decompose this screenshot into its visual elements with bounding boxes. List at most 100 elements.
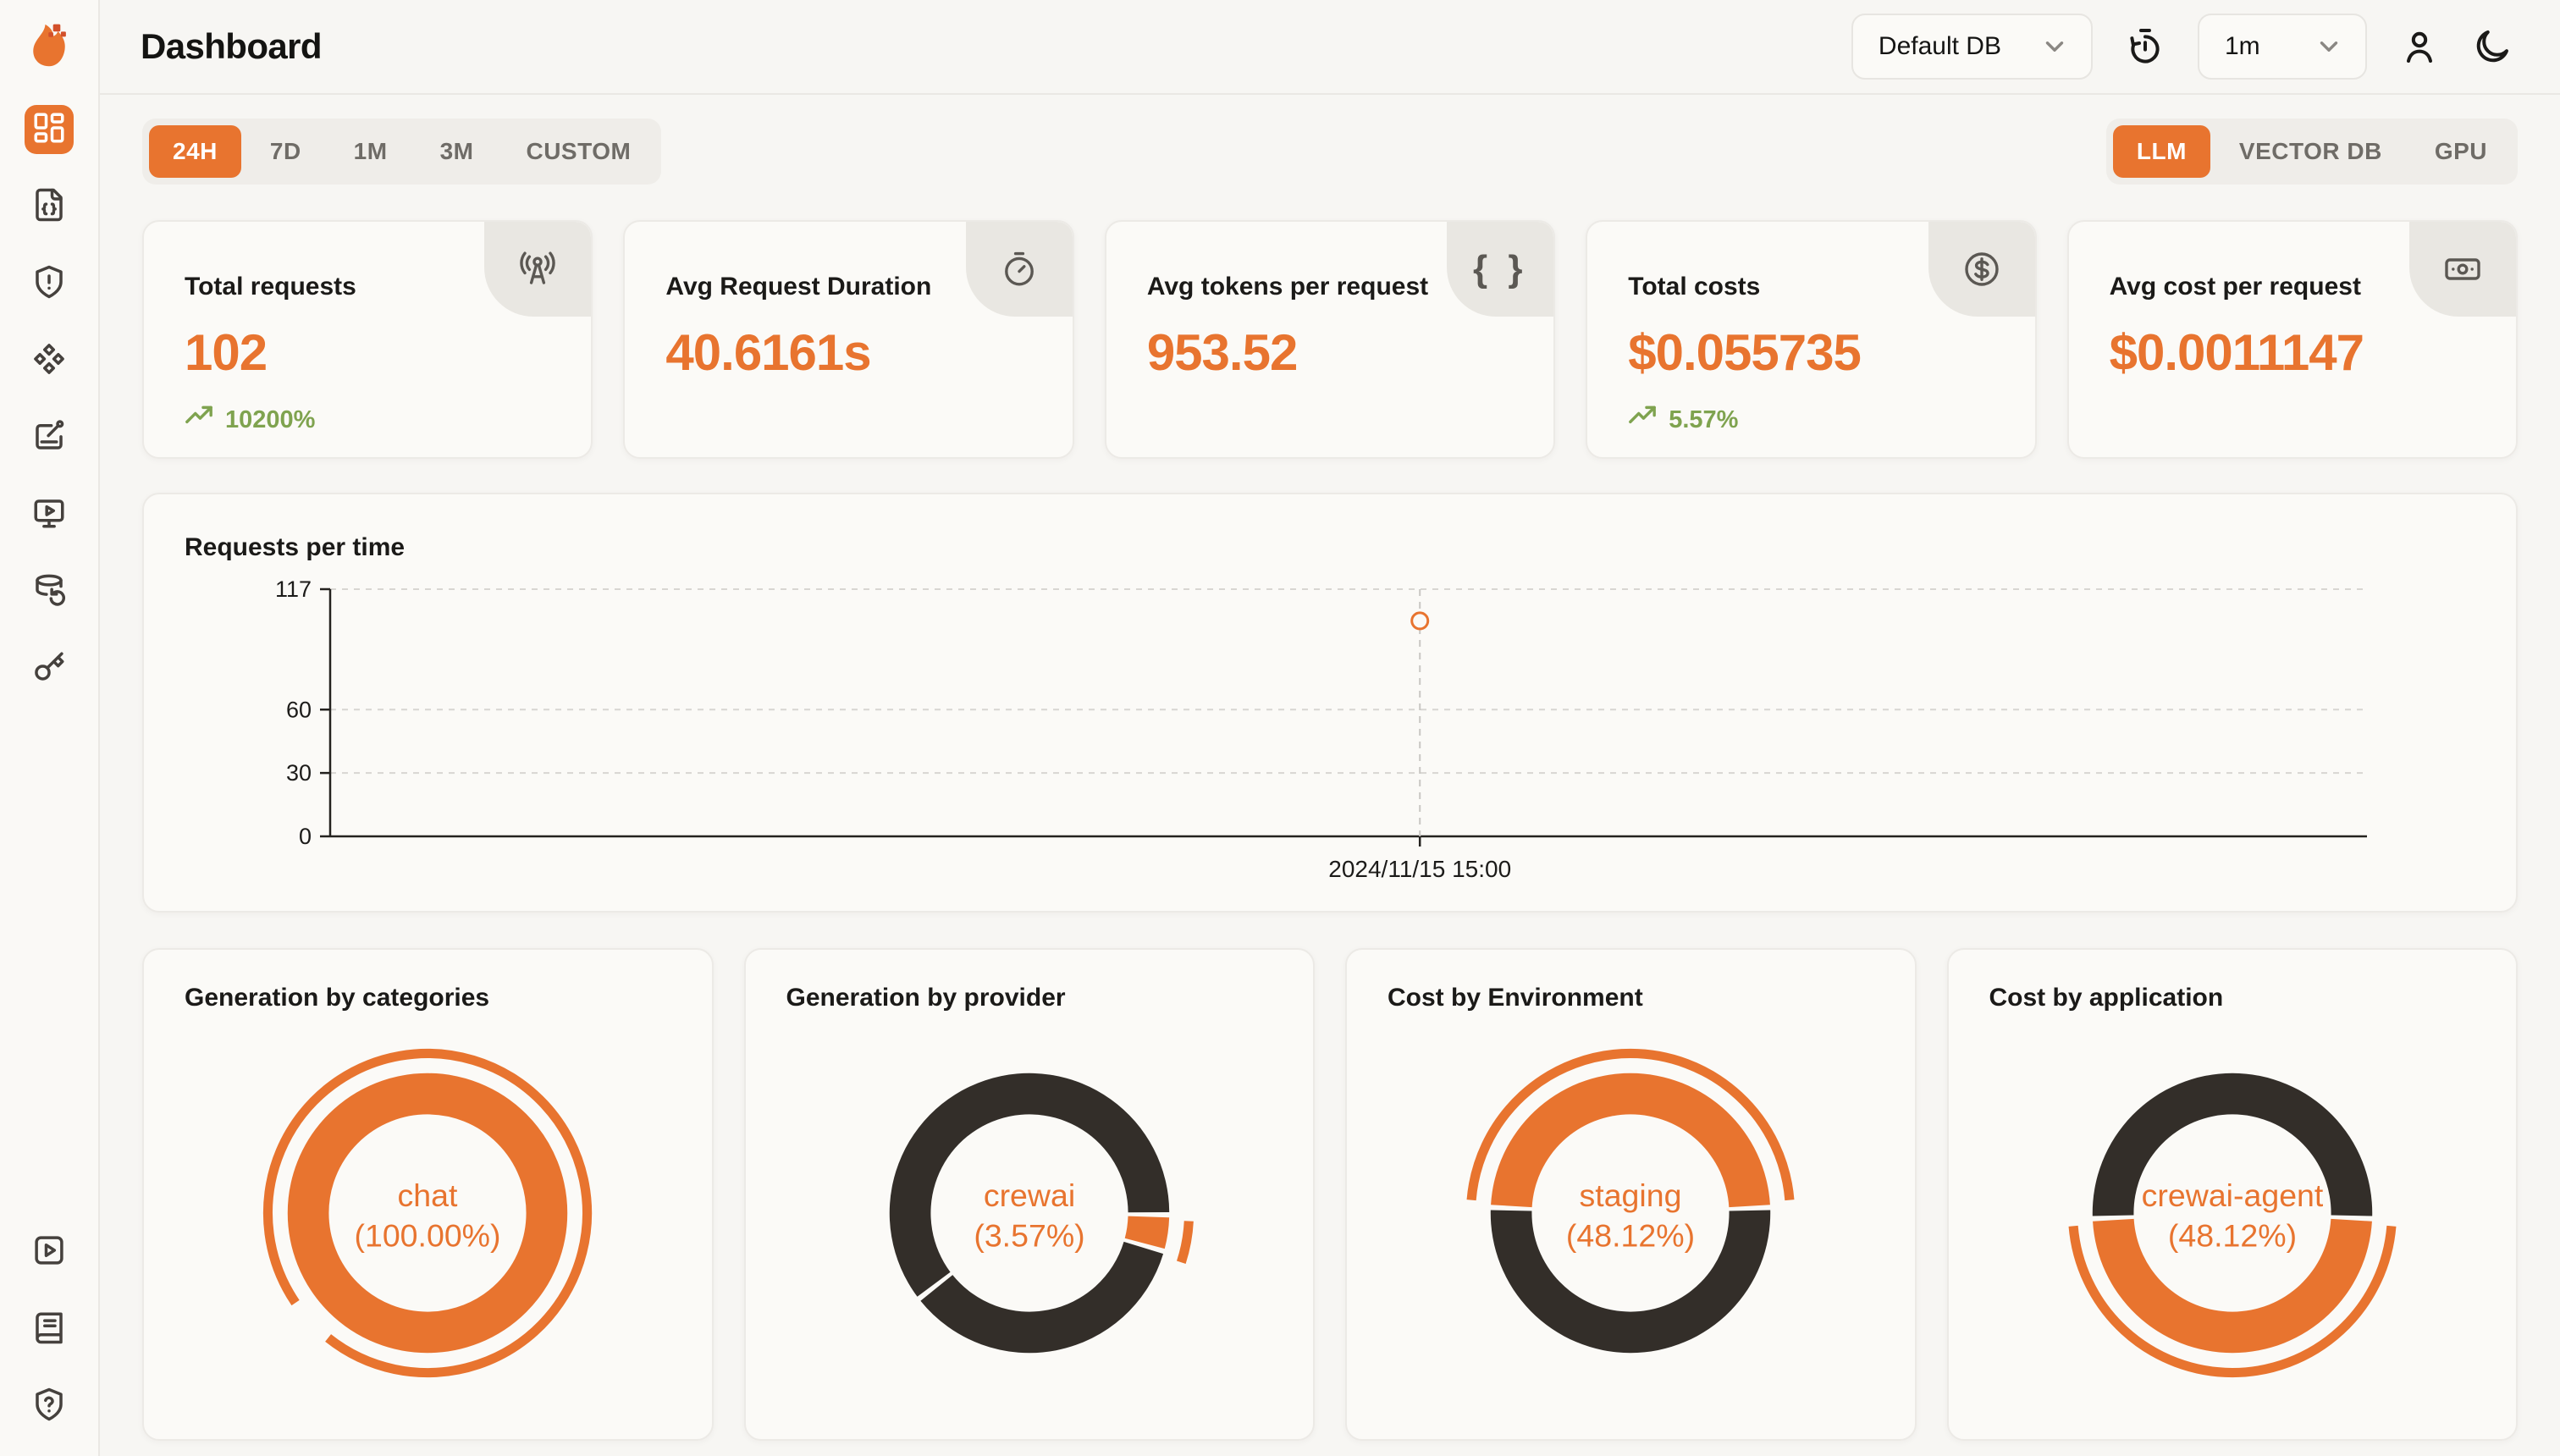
circle-dollar-icon [1928, 222, 2035, 317]
sidebar-item-prompts[interactable] [25, 336, 74, 385]
chart-title: Requests per time [185, 533, 2475, 562]
donut-center-label: crewai-agent [2141, 1177, 2323, 1213]
stat-cards-row: Total requests 102 10200% Avg Request Du… [142, 220, 2518, 459]
line-chart-area: 117 60 30 0 2024/11/15 15:00 [185, 571, 2475, 907]
database-restore-icon [31, 572, 67, 612]
generation-by-provider-card: Generation by provider crewai (3.57%) [744, 948, 1316, 1441]
source-tabs: LLM VECTOR DB GPU [2106, 119, 2518, 185]
stat-card-avg-cost: Avg cost per request $0.0011147 [2067, 220, 2518, 459]
tab-llm[interactable]: LLM [2113, 125, 2210, 178]
donut-title: Cost by Environment [1388, 984, 1874, 1012]
donut-center-percent: (48.12%) [2168, 1218, 2297, 1254]
header: Dashboard Default DB 1m [100, 0, 2560, 95]
donut-title: Cost by application [1989, 984, 2476, 1012]
refresh-rate-selector[interactable]: 1m [2198, 14, 2367, 80]
stat-value: $0.0011147 [2110, 323, 2516, 382]
stat-card-total-requests: Total requests 102 10200% [142, 220, 593, 459]
stat-card-avg-duration: Avg Request Duration 40.6161s [623, 220, 1073, 459]
book-icon [31, 1310, 67, 1349]
time-range-tabs: 24H 7D 1M 3M CUSTOM [142, 119, 661, 185]
sidebar-item-playground[interactable] [25, 490, 74, 539]
trending-up-icon [185, 402, 213, 438]
stat-trend: 5.57% [1628, 402, 2034, 438]
environment-donut-chart[interactable]: staging (48.12%) [1442, 1024, 1819, 1402]
stat-trend: 10200% [185, 402, 591, 438]
stat-value: 953.52 [1147, 323, 1553, 382]
donut-wrap: crewai-agent (48.12%) [1989, 1024, 2476, 1402]
donut-cards-row: Generation by categories chat (100.00%) … [142, 948, 2518, 1441]
sidebar-item-database[interactable] [25, 567, 74, 616]
donut-center-percent: (48.12%) [1566, 1218, 1695, 1254]
sidebar-item-support[interactable] [25, 1382, 74, 1431]
notebook-pen-icon [31, 418, 67, 458]
sidebar-item-evaluations[interactable] [25, 413, 74, 462]
donut-wrap: staging (48.12%) [1388, 1024, 1874, 1402]
sidebar [0, 0, 100, 1456]
chevron-down-icon [2314, 32, 2343, 61]
svg-text:0: 0 [299, 824, 312, 849]
trend-value: 10200% [225, 406, 315, 434]
trending-up-icon [1628, 402, 1657, 438]
tab-7d[interactable]: 7D [246, 125, 325, 178]
tab-gpu[interactable]: GPU [2411, 125, 2511, 178]
sidebar-item-dashboard[interactable] [25, 105, 74, 154]
svg-text:30: 30 [286, 760, 312, 786]
cost-by-environment-card: Cost by Environment staging (48.12%) [1345, 948, 1917, 1441]
tab-1m[interactable]: 1M [330, 125, 411, 178]
donut-center-label: staging [1580, 1177, 1682, 1213]
sidebar-nav [25, 105, 74, 693]
donut-center-label: chat [398, 1177, 458, 1213]
donut-wrap: crewai (3.57%) [786, 1024, 1273, 1402]
header-controls: Default DB 1m [1851, 14, 2513, 80]
stat-card-total-costs: Total costs $0.055735 5.57% [1586, 220, 2036, 459]
sidebar-item-exceptions[interactable] [25, 259, 74, 308]
dark-mode-moon-icon[interactable] [2472, 26, 2513, 67]
sidebar-item-requests[interactable] [25, 182, 74, 231]
sidebar-item-getting-started[interactable] [25, 1227, 74, 1277]
categories-donut-chart[interactable]: chat (100.00%) [239, 1024, 616, 1402]
tab-vector-db[interactable]: VECTOR DB [2215, 125, 2406, 178]
requests-line-chart[interactable]: 117 60 30 0 2024/11/15 15:00 [185, 571, 2379, 902]
svg-text:60: 60 [286, 697, 312, 722]
sidebar-item-documentation[interactable] [25, 1304, 74, 1354]
donut-wrap: chat (100.00%) [185, 1024, 671, 1402]
monitor-play-icon [31, 495, 67, 535]
tab-custom[interactable]: CUSTOM [502, 125, 654, 178]
database-selector-value: Default DB [1879, 32, 2001, 61]
donut-center-percent: (100.00%) [355, 1218, 501, 1254]
donut-center-label: crewai [984, 1177, 1075, 1213]
tab-3m[interactable]: 3M [417, 125, 498, 178]
user-icon[interactable] [2399, 26, 2440, 67]
stat-value: $0.055735 [1628, 323, 2034, 382]
database-selector[interactable]: Default DB [1851, 14, 2093, 80]
app-logo-flame-icon[interactable] [24, 19, 74, 69]
braces-glyph: { } [1473, 248, 1527, 290]
sidebar-item-api-keys[interactable] [25, 644, 74, 693]
tab-24h[interactable]: 24H [149, 125, 241, 178]
refresh-rate-value: 1m [2225, 32, 2260, 61]
donut-title: Generation by provider [786, 984, 1273, 1012]
cost-by-application-card: Cost by application crewai-agent (48.12%… [1947, 948, 2519, 1441]
trend-value: 5.57% [1669, 406, 1738, 434]
main-content: 24H 7D 1M 3M CUSTOM LLM VECTOR DB GPU To… [100, 95, 2560, 1441]
svg-text:117: 117 [275, 576, 312, 602]
svg-text:2024/11/15 15:00: 2024/11/15 15:00 [1328, 856, 1511, 882]
requests-per-time-card: Requests per time 117 60 30 0 2024/11/15 15:… [142, 493, 2518, 913]
file-code-icon [31, 187, 67, 227]
shield-question-icon [31, 1387, 67, 1426]
square-play-icon [31, 1233, 67, 1272]
filters-row: 24H 7D 1M 3M CUSTOM LLM VECTOR DB GPU [142, 119, 2518, 185]
refresh-history-icon[interactable] [2125, 26, 2166, 67]
donut-title: Generation by categories [185, 984, 671, 1012]
provider-donut-chart[interactable]: crewai (3.57%) [841, 1024, 1218, 1402]
dashboard-grid-icon [31, 110, 67, 150]
application-donut-chart[interactable]: crewai-agent (48.12%) [2044, 1024, 2421, 1402]
key-icon [31, 649, 67, 689]
generation-by-categories-card: Generation by categories chat (100.00%) [142, 948, 714, 1441]
stat-value: 40.6161s [665, 323, 1072, 382]
stopwatch-icon [966, 222, 1073, 317]
sidebar-bottom-nav [25, 1227, 74, 1431]
stat-value: 102 [185, 323, 591, 382]
diamonds-icon [31, 341, 67, 381]
page-title: Dashboard [141, 26, 322, 67]
